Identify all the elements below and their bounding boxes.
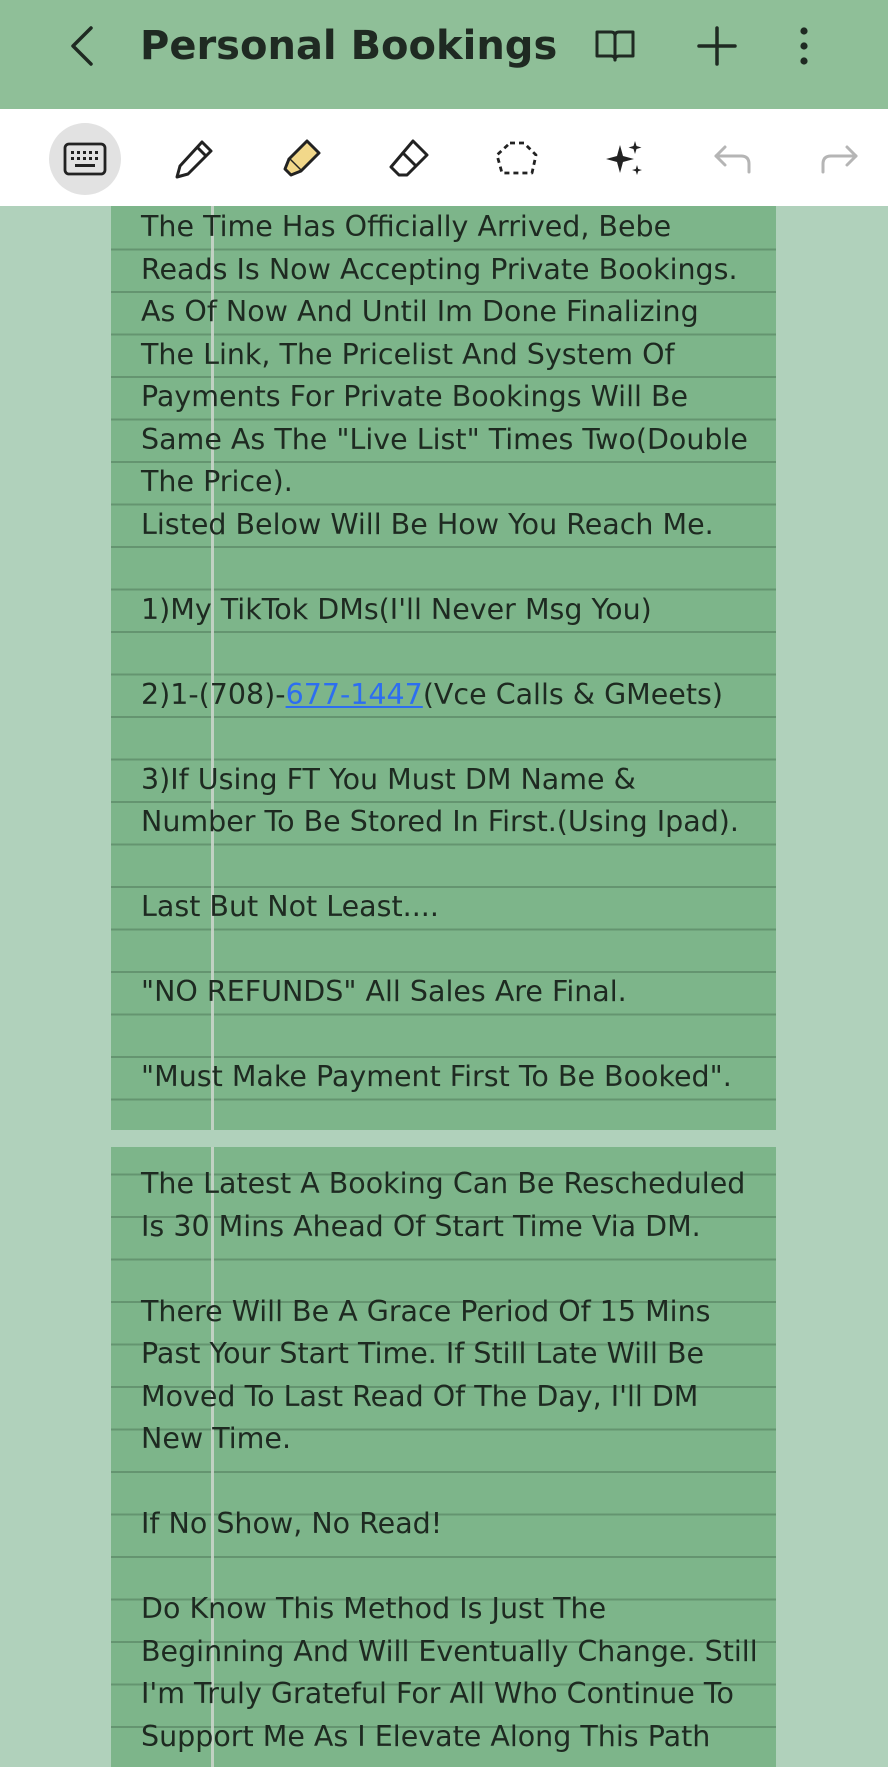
- note-line: The Link, The Pricelist And System Of: [141, 337, 675, 371]
- note-line: New Time.: [141, 1422, 292, 1455]
- chevron-left-icon: [71, 26, 93, 66]
- undo-icon: [714, 145, 751, 174]
- highlighter-tool-button[interactable]: [265, 123, 337, 195]
- app-header: Personal Bookings: [0, 0, 888, 109]
- sparkle-icon: [606, 141, 642, 175]
- ai-assist-button[interactable]: [588, 123, 660, 195]
- note-line: Support Me As I Elevate Along This Path: [141, 1719, 711, 1753]
- eraser-icon: [389, 139, 429, 177]
- note-line: "Must Make Payment First To Be Booked".: [141, 1060, 732, 1093]
- note-line: [141, 1248, 756, 1291]
- note-text-2: The Latest A Booking Can Be Rescheduled …: [141, 1163, 758, 1758]
- keyboard-icon: [63, 142, 107, 176]
- note-line: Is 30 Mins Ahead Of Start Time Via DM.: [141, 1209, 701, 1243]
- note-line: [141, 1461, 756, 1504]
- note-line: 3)If Using FT You Must DM Name &: [141, 762, 636, 796]
- note-line: Past Your Start Time. If Still Late Will…: [141, 1337, 705, 1370]
- phone-line: 2)1-(708)-677-1447(Vce Calls & GMeets): [141, 674, 756, 717]
- note-line: [141, 844, 756, 887]
- note-line: The Time Has Officially Arrived, Bebe: [141, 210, 672, 243]
- more-options-button[interactable]: [780, 22, 828, 70]
- plus-icon: [697, 26, 737, 66]
- page-title: Personal Bookings: [140, 23, 558, 69]
- note-line: [141, 631, 756, 674]
- note-line: 1)My TikTok DMs(I'll Never Msg You): [141, 592, 652, 626]
- eraser-tool-button[interactable]: [373, 123, 445, 195]
- note-line: [141, 716, 756, 759]
- note-page-1[interactable]: The Time Has Officially Arrived, Bebe Re…: [111, 206, 776, 1130]
- reading-mode-button[interactable]: [591, 22, 639, 70]
- note-line: Listed Below Will Be How You Reach Me.: [141, 507, 714, 541]
- note-line: [141, 929, 756, 972]
- note-text-1: The Time Has Officially Arrived, Bebe Re…: [141, 206, 756, 1099]
- phone-prefix: 2)1-(708)-: [141, 677, 286, 711]
- note-line: "NO REFUNDS" All Sales Are Final.: [141, 975, 627, 1008]
- redo-icon: [821, 145, 858, 174]
- note-line: The Price).: [141, 465, 293, 498]
- note-line: Reads Is Now Accepting Private Bookings.: [141, 252, 738, 286]
- pen-tool-button[interactable]: [158, 123, 230, 195]
- note-line: Beginning And Will Eventually Change. St…: [141, 1634, 758, 1668]
- note-line: Payments For Private Bookings Will Be: [141, 380, 689, 413]
- note-line: Moved To Last Read Of The Day, I'll DM: [141, 1379, 699, 1413]
- back-button[interactable]: [60, 22, 104, 70]
- note-line: If No Show, No Read!: [141, 1507, 443, 1540]
- lasso-tool-button[interactable]: [481, 123, 553, 195]
- keyboard-tool-button[interactable]: [49, 123, 121, 195]
- note-line: [141, 1014, 756, 1057]
- note-line: [141, 1546, 756, 1589]
- highlighter-icon: [283, 139, 321, 177]
- undo-button[interactable]: [697, 123, 769, 195]
- drawing-toolbar: [0, 109, 888, 206]
- phone-suffix: (Vce Calls & GMeets): [422, 677, 723, 711]
- book-icon: [595, 30, 635, 62]
- note-line: Last But Not Least....: [141, 890, 439, 923]
- note-line: Do Know This Method Is Just The: [141, 1592, 607, 1625]
- note-line: As Of Now And Until Im Done Finalizing: [141, 295, 699, 328]
- note-line: [141, 546, 756, 589]
- redo-button[interactable]: [803, 123, 875, 195]
- note-line: Number To Be Stored In First.(Using Ipad…: [141, 805, 739, 838]
- pen-icon: [175, 140, 213, 179]
- note-page-2[interactable]: The Latest A Booking Can Be Rescheduled …: [111, 1147, 776, 1767]
- note-line: I'm Truly Grateful For All Who Continue …: [141, 1677, 734, 1710]
- note-line: Same As The "Live List" Times Two(Double: [141, 422, 748, 456]
- lasso-icon: [495, 141, 538, 175]
- add-page-button[interactable]: [693, 22, 741, 70]
- note-line: The Latest A Booking Can Be Rescheduled: [141, 1167, 746, 1200]
- phone-link[interactable]: 677-1447: [286, 678, 423, 711]
- more-vertical-icon: [800, 27, 808, 65]
- note-line: There Will Be A Grace Period Of 15 Mins: [141, 1294, 711, 1328]
